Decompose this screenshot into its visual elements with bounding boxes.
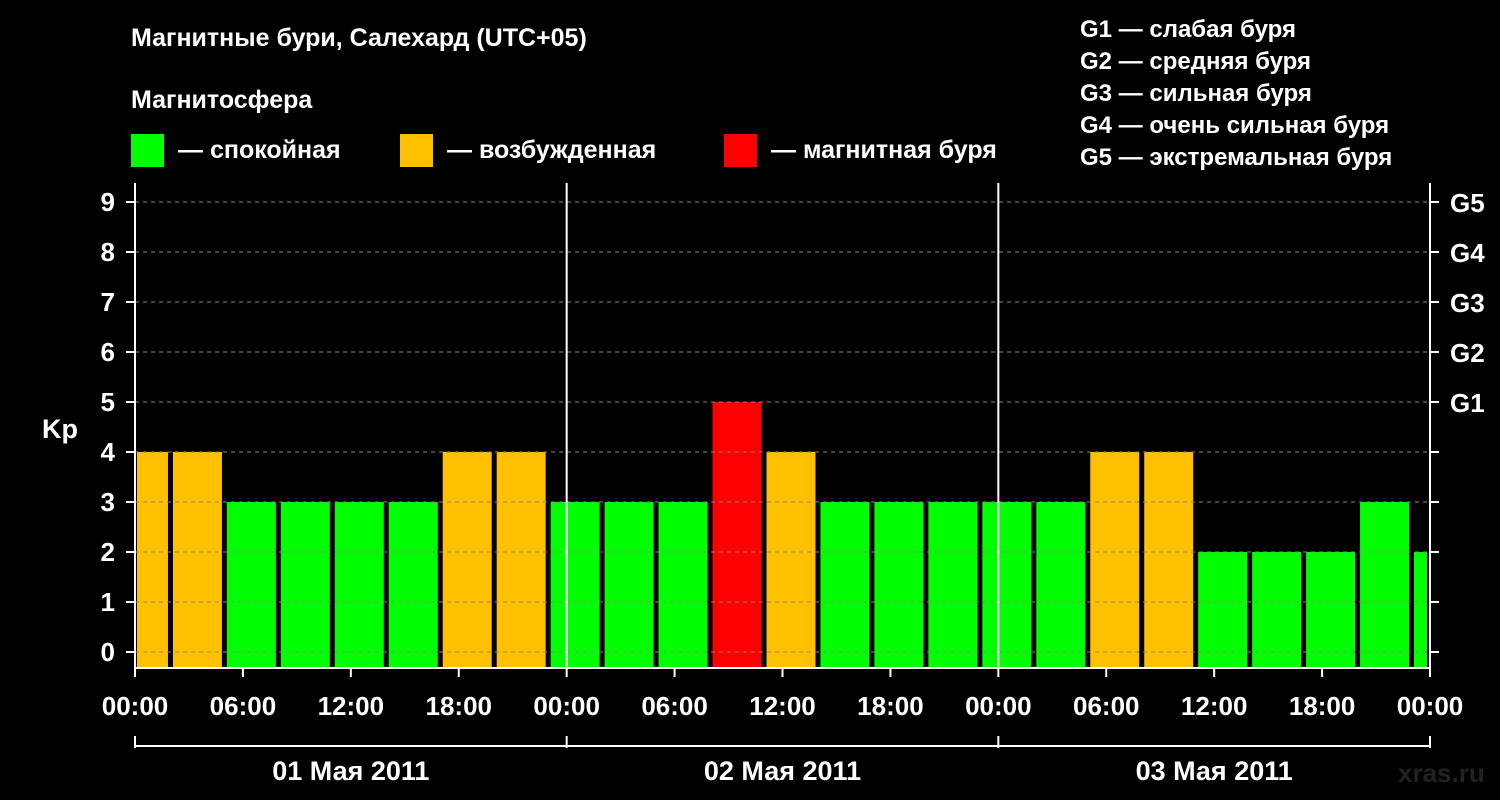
kp-bar <box>1306 552 1356 668</box>
day-label: 01 Мая 2011 <box>272 756 429 786</box>
kp-bar <box>280 502 330 668</box>
x-tick-label: 18:00 <box>1289 691 1356 721</box>
kp-bar <box>982 502 1032 668</box>
kp-bar <box>442 452 492 668</box>
y-axis-label: Kp <box>42 414 78 444</box>
y-tick-label: 6 <box>101 337 115 367</box>
kp-bar <box>496 452 546 668</box>
kp-bar <box>1198 552 1248 668</box>
kp-bar <box>550 502 600 668</box>
kp-bar <box>388 502 438 668</box>
day-label: 02 Мая 2011 <box>704 756 861 786</box>
kp-bar <box>766 452 816 668</box>
watermark: xras.ru <box>1398 758 1485 788</box>
x-tick-label: 12:00 <box>318 691 385 721</box>
kp-bar <box>712 402 762 668</box>
x-tick-label: 06:00 <box>210 691 277 721</box>
kp-bar <box>928 502 978 668</box>
g-scale-label: G3 <box>1450 288 1485 318</box>
y-tick-label: 1 <box>101 587 115 617</box>
x-tick-label: 06:00 <box>641 691 708 721</box>
x-tick-label: 12:00 <box>1181 691 1248 721</box>
kp-bar <box>658 502 708 668</box>
kp-bar <box>1414 552 1427 668</box>
y-tick-label: 3 <box>101 487 115 517</box>
y-tick-label: 0 <box>101 637 115 667</box>
kp-bar <box>137 452 168 668</box>
y-tick-label: 5 <box>101 387 115 417</box>
kp-bar <box>820 502 870 668</box>
y-tick-label: 7 <box>101 287 115 317</box>
y-tick-label: 9 <box>101 187 115 217</box>
y-tick-label: 2 <box>101 537 115 567</box>
kp-bar-chart: 0 1 2 3 4 5 6 7 8 9 G1 G2 G3 G4 G5 Kp 00:00 06:00 12:00 18:… <box>42 183 1485 786</box>
kp-bar <box>604 502 654 668</box>
kp-bar <box>334 502 384 668</box>
x-tick-label: 00:00 <box>965 691 1032 721</box>
kp-bar <box>1252 552 1302 668</box>
g-scale-label: G4 <box>1450 238 1485 268</box>
y-tick-label: 4 <box>101 437 116 467</box>
kp-bar <box>226 502 276 668</box>
x-tick-label: 00:00 <box>533 691 600 721</box>
kp-bar <box>1036 502 1086 668</box>
x-tick-label: 18:00 <box>857 691 924 721</box>
x-tick-label: 12:00 <box>749 691 816 721</box>
x-tick-label: 00:00 <box>102 691 169 721</box>
kp-bar <box>874 502 924 668</box>
kp-bar <box>172 452 222 668</box>
g-scale-label: G2 <box>1450 338 1485 368</box>
g-scale-label: G1 <box>1450 388 1485 418</box>
y-tick-label: 8 <box>101 237 115 267</box>
kp-bar <box>1360 502 1410 668</box>
kp-bar <box>1144 452 1194 668</box>
x-tick-label: 06:00 <box>1073 691 1140 721</box>
g-scale-label: G5 <box>1450 188 1485 218</box>
day-label: 03 Мая 2011 <box>1136 756 1293 786</box>
x-tick-label: 18:00 <box>426 691 493 721</box>
x-tick-label: 00:00 <box>1397 691 1464 721</box>
kp-bar <box>1090 452 1140 668</box>
